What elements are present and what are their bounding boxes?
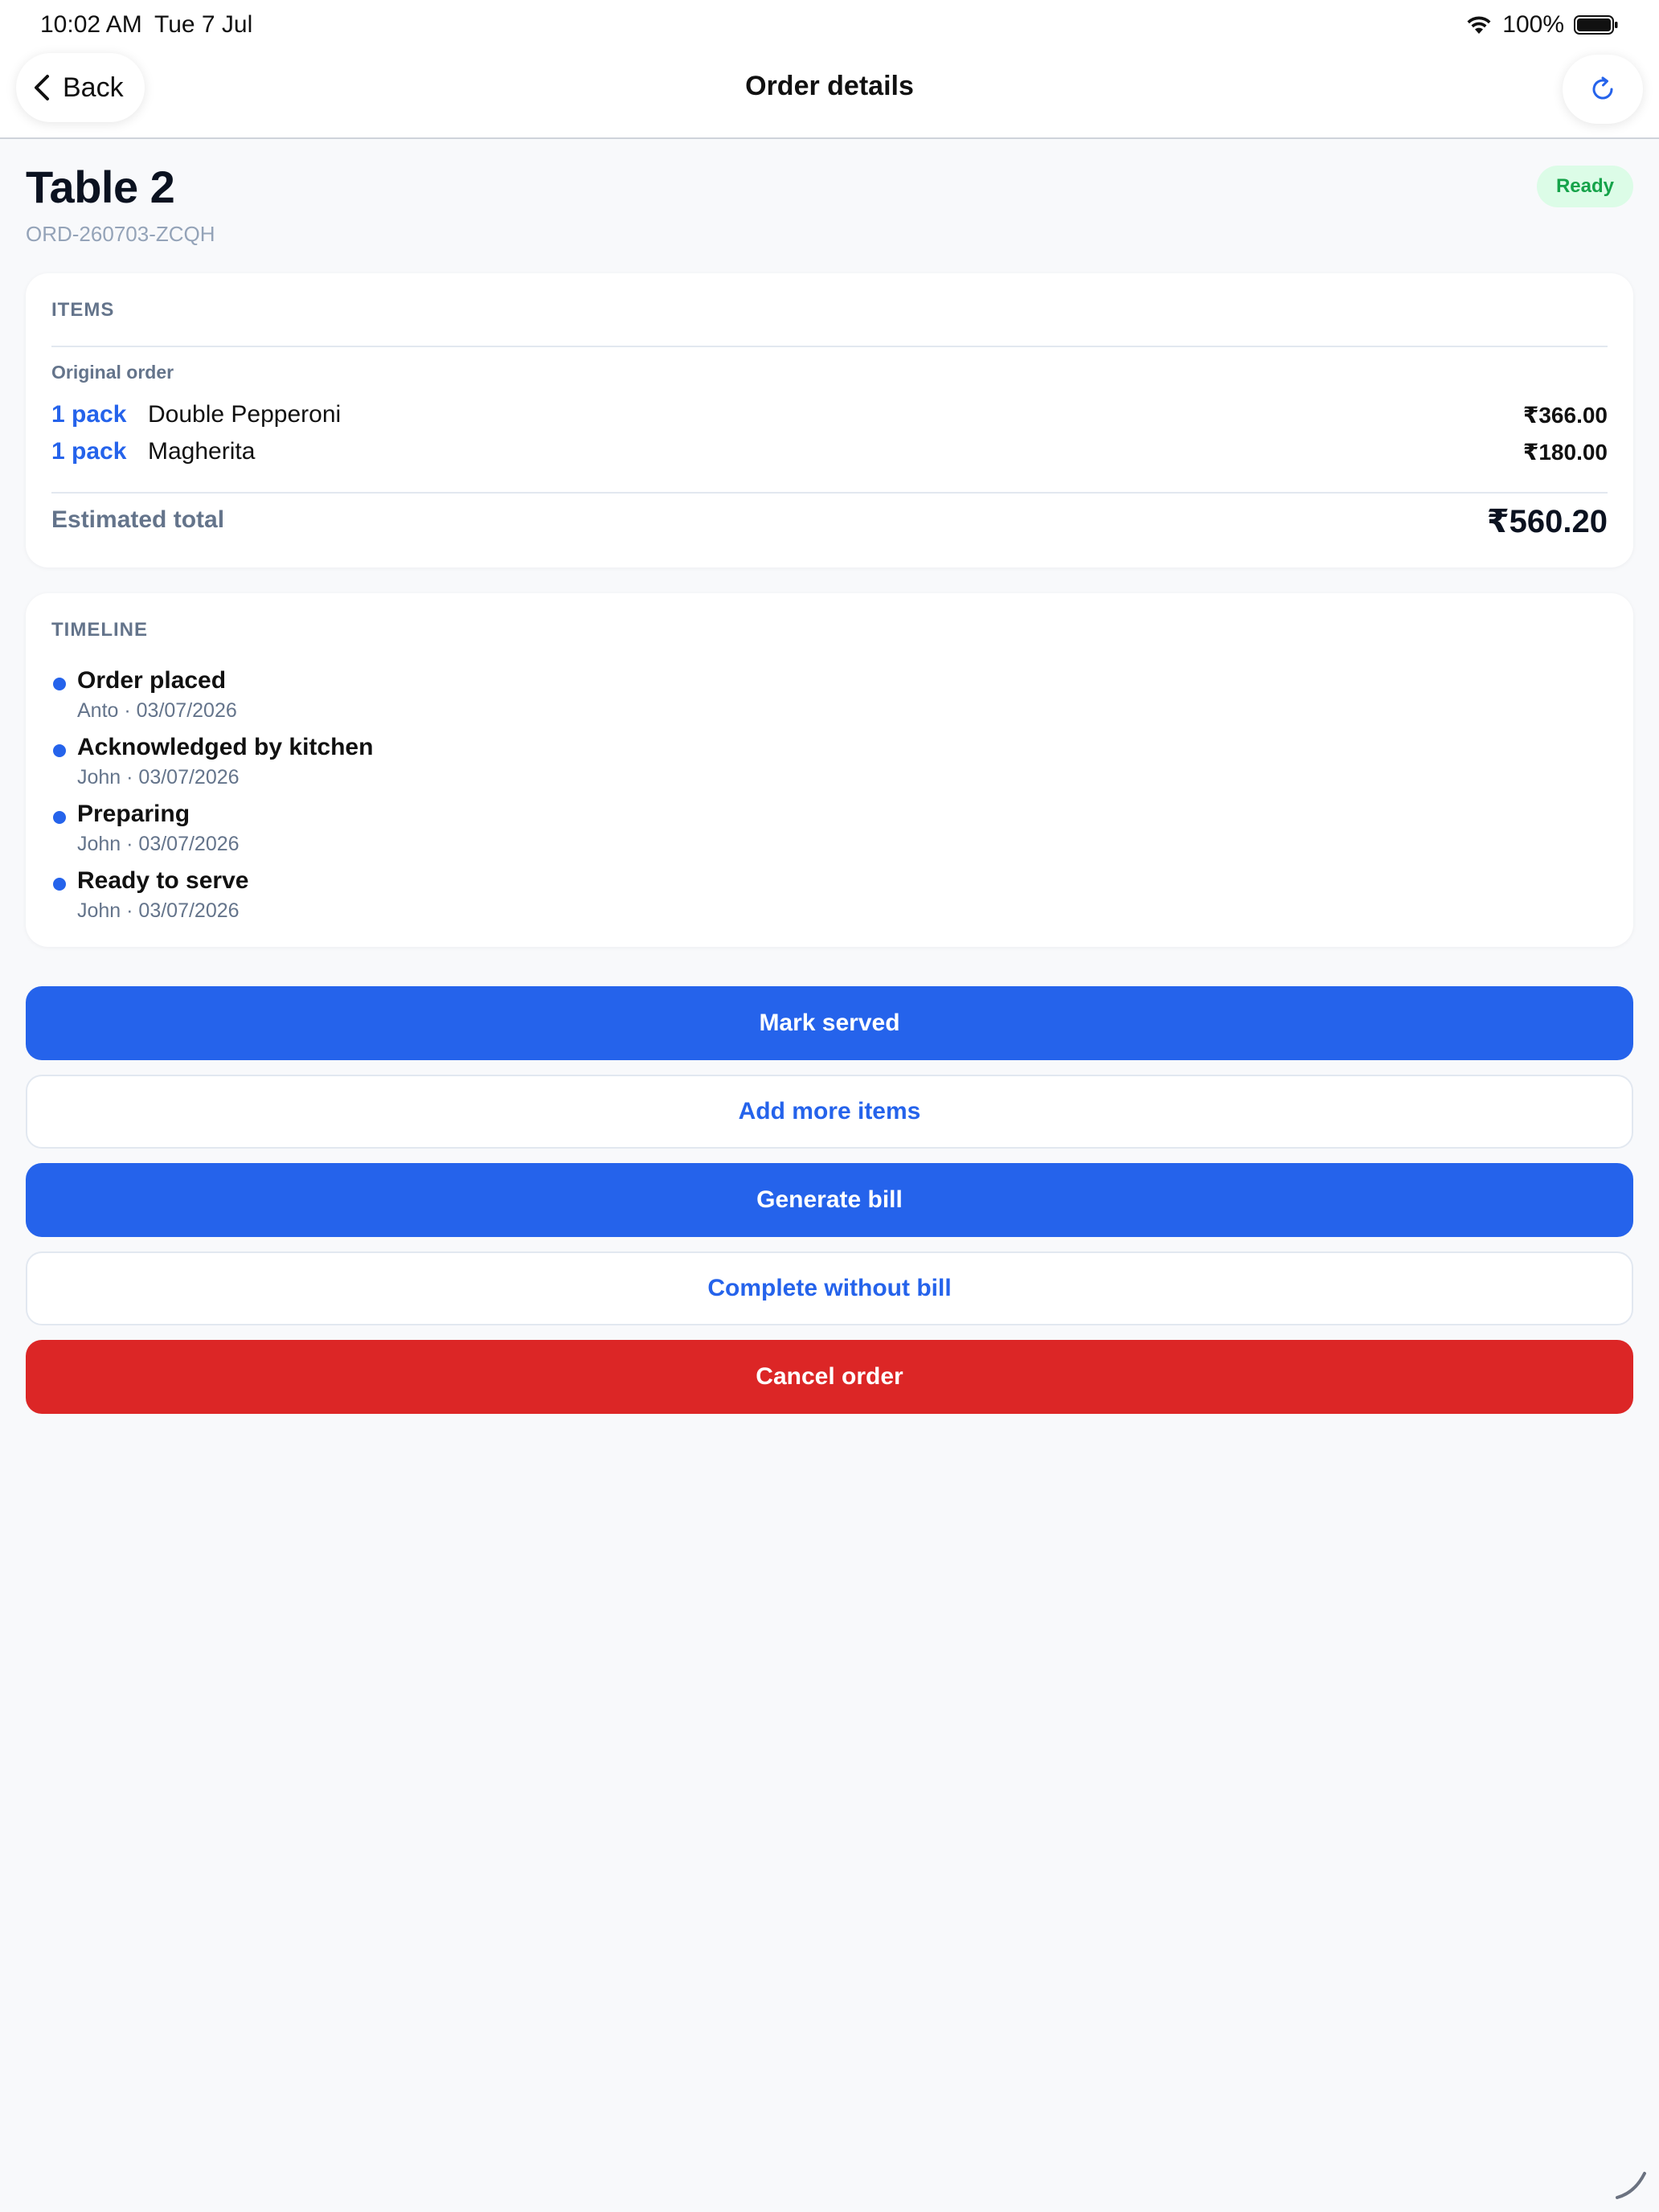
page-title: Order details	[745, 71, 914, 101]
items-heading: ITEMS	[51, 299, 115, 321]
timeline-dot	[53, 811, 66, 824]
timeline-event-title: Ready to serve	[77, 867, 249, 894]
timeline-event-title: Preparing	[77, 801, 190, 827]
status-time: 10:02 AM	[40, 11, 142, 38]
wifi-icon	[1467, 16, 1491, 34]
list-item: 1 pack Double Pepperoni ₹366.00	[51, 397, 1608, 432]
cancel-order-button[interactable]: Cancel order	[26, 1340, 1633, 1414]
timeline-dot	[53, 678, 66, 690]
complete-without-bill-button[interactable]: Complete without bill	[26, 1251, 1633, 1325]
item-quantity: 1 pack	[51, 438, 127, 465]
timeline-event-meta: John · 03/07/2026	[77, 766, 240, 789]
timeline-card: TIMELINE Order placed Anto · 03/07/2026 …	[26, 593, 1633, 947]
timeline-event: Ready to serve John · 03/07/2026	[51, 867, 1608, 924]
mark-served-button[interactable]: Mark served	[26, 986, 1633, 1060]
estimated-total-value: ₹560.20	[1486, 504, 1608, 539]
refresh-button[interactable]	[1563, 55, 1643, 124]
items-card: ITEMS Original order 1 pack Double Peppe…	[26, 273, 1633, 567]
timeline-event-meta: John · 03/07/2026	[77, 833, 240, 855]
scribble-handle-icon[interactable]	[1611, 2164, 1651, 2204]
item-quantity: 1 pack	[51, 401, 127, 428]
timeline-event: Acknowledged by kitchen John · 03/07/202…	[51, 734, 1608, 790]
timeline-dot	[53, 744, 66, 757]
timeline-event: Order placed Anto · 03/07/2026	[51, 667, 1608, 723]
timeline-event: Preparing John · 03/07/2026	[51, 801, 1608, 857]
timeline-event-meta: Anto · 03/07/2026	[77, 699, 237, 722]
status-bar: 10:02 AM Tue 7 Jul 100%	[0, 0, 1659, 51]
item-name: Double Pepperoni	[148, 401, 342, 428]
status-indicators: 100%	[1465, 11, 1619, 39]
original-order-label: Original order	[51, 362, 174, 383]
item-name: Magherita	[148, 438, 256, 465]
status-date: Tue 7 Jul	[154, 11, 253, 38]
estimated-total-label: Estimated total	[51, 506, 225, 533]
item-price: ₹180.00	[1522, 439, 1608, 465]
list-item: 1 pack Magherita ₹180.00	[51, 434, 1608, 469]
divider	[51, 492, 1608, 494]
order-table-name: Table 2	[26, 162, 175, 212]
item-price: ₹366.00	[1522, 402, 1608, 428]
add-more-items-button[interactable]: Add more items	[26, 1075, 1633, 1149]
timeline-event-title: Order placed	[77, 667, 227, 694]
divider	[51, 346, 1608, 347]
status-badge: Ready	[1536, 166, 1633, 207]
generate-bill-button[interactable]: Generate bill	[26, 1163, 1633, 1237]
refresh-icon	[1592, 76, 1613, 100]
timeline-dot	[53, 878, 66, 891]
order-id: ORD-260703-ZCQH	[26, 222, 215, 246]
timeline-event-meta: John · 03/07/2026	[77, 899, 240, 922]
battery-icon	[1574, 15, 1618, 35]
battery-percentage: 100%	[1502, 11, 1564, 38]
timeline-event-title: Acknowledged by kitchen	[77, 734, 374, 760]
navigation-bar: Back Order details	[0, 51, 1659, 139]
timeline-heading: TIMELINE	[51, 619, 148, 641]
